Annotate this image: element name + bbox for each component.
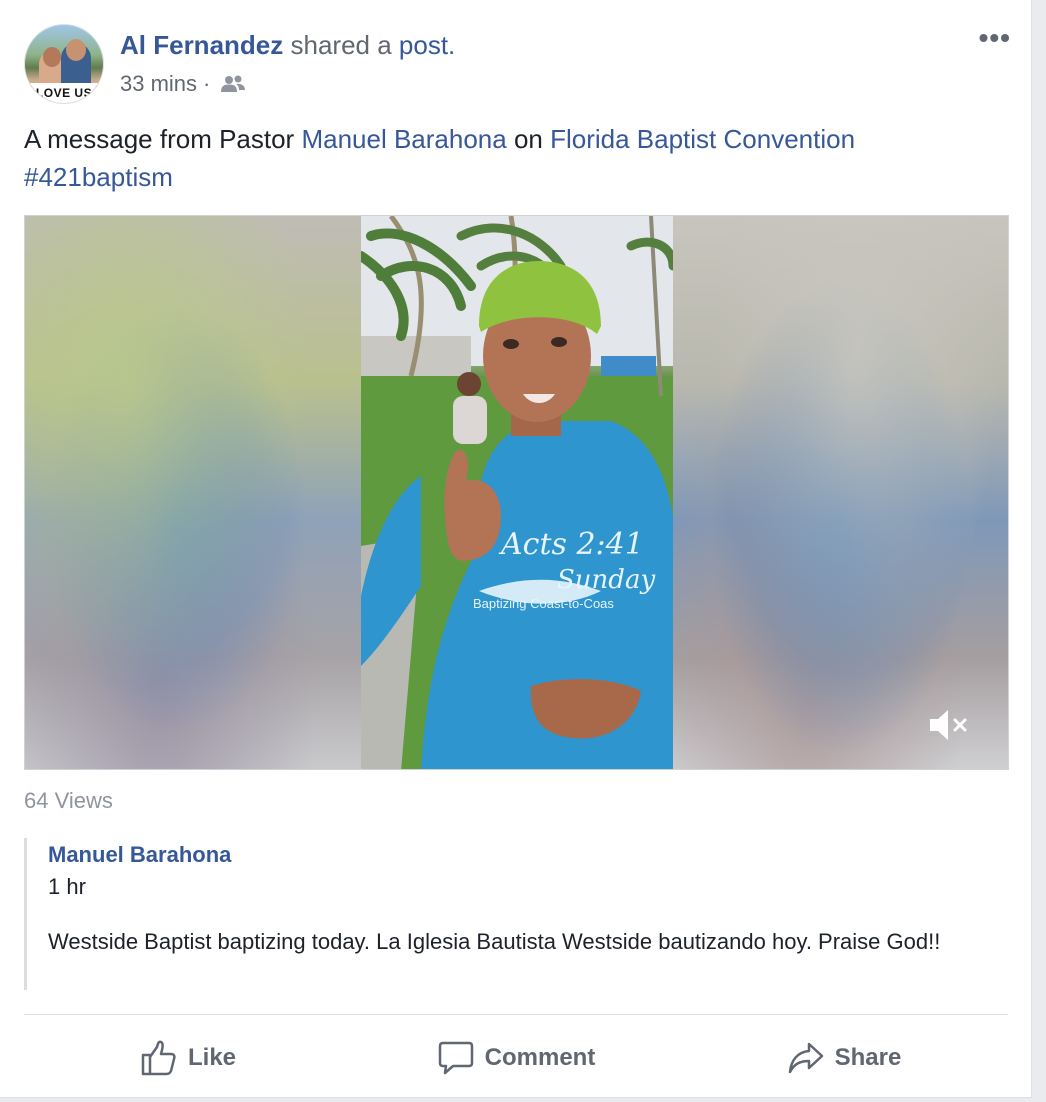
message-text-2: on [506,124,551,154]
shared-author-link[interactable]: Manuel Barahona [48,840,984,870]
shared-post-text: Westside Baptist baptizing today. La Igl… [48,929,941,954]
comment-label: Comment [484,1044,596,1071]
video-player[interactable]: Acts 2:41 Sunday Baptizing Coast-to-Coas [24,215,1009,770]
video-scene: Acts 2:41 Sunday Baptizing Coast-to-Coas [361,216,673,769]
post-message: A message from Pastor Manuel Barahona on… [24,120,984,196]
like-label: Like [187,1044,237,1071]
post-timestamp[interactable]: 33 mins [120,70,197,98]
comment-icon [438,1041,473,1075]
message-text-1: A message from Pastor [24,124,302,154]
video-frame: Acts 2:41 Sunday Baptizing Coast-to-Coas [361,216,673,769]
post-link[interactable]: post. [399,30,455,60]
friends-icon[interactable] [220,74,246,94]
shared-post-quote: Manuel Barahona 1 hr Westside Baptist ba… [24,838,984,990]
post-meta: 33 mins · [120,70,246,98]
comment-button[interactable]: Comment [352,1030,680,1086]
avatar-head-left [43,47,61,67]
shirt-text-line2: Sunday [557,565,655,595]
volume-muted-icon[interactable] [926,705,974,745]
author-avatar[interactable]: LOVE US [24,24,104,104]
shirt-text-line3: Baptizing Coast-to-Coas [473,596,614,611]
share-icon [788,1042,823,1074]
thumbs-up-icon [141,1040,176,1076]
action-bar: Like Comment Share [24,1030,1008,1086]
page-link[interactable]: Florida Baptist Convention [550,124,855,154]
more-options-icon[interactable]: ••• [979,22,1011,54]
view-count: 64 Views [24,788,113,813]
share-button[interactable]: Share [680,1030,1008,1086]
video-blur-right [672,216,1008,769]
pastor-link[interactable]: Manuel Barahona [301,124,506,154]
shared-action-text: shared a [290,30,392,60]
avatar-caption: LOVE US [25,83,103,103]
video-blur-left [25,216,361,769]
share-label: Share [834,1044,902,1071]
like-button[interactable]: Like [24,1030,352,1086]
shared-timestamp[interactable]: 1 hr [48,872,984,902]
hashtag-link[interactable]: #421baptism [24,162,173,192]
post-header: Al Fernandez shared a post. [120,30,455,60]
action-divider [24,1014,1008,1015]
shirt-text-line1: Acts 2:41 [498,527,644,562]
meta-separator: · [203,71,211,96]
avatar-head-right [66,39,86,61]
post-card: LOVE US Al Fernandez shared a post. 33 m… [0,0,1032,1098]
author-name-link[interactable]: Al Fernandez [120,30,283,60]
